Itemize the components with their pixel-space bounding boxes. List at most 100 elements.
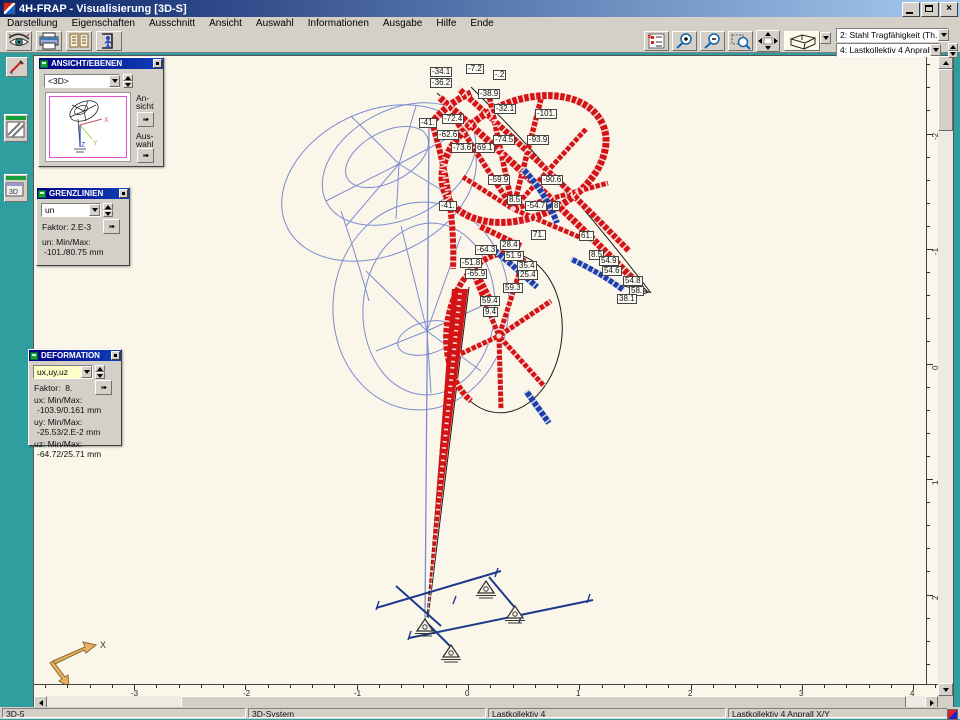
ruler-tick: [927, 410, 930, 411]
window-title: 4H-FRAP - Visualisierung [3D-S]: [19, 3, 187, 15]
menu-eigenschaften[interactable]: Eigenschaften: [65, 17, 142, 30]
exit-door-icon: [97, 32, 121, 50]
view-combo-drop[interactable]: [109, 75, 120, 87]
scroll-down-button[interactable]: [938, 683, 953, 696]
menu-ausgabe[interactable]: Ausgabe: [376, 17, 429, 30]
eye-icon: [7, 32, 31, 50]
view-preview[interactable]: X Y Z: [45, 92, 131, 162]
zoom-in-icon: [673, 32, 696, 50]
grenzlinien-combo-drop[interactable]: [89, 204, 100, 216]
maximize-button[interactable]: [921, 2, 939, 17]
status-field-1: 3D-System: [248, 708, 486, 718]
panel-toggle-hatch-button[interactable]: [4, 114, 28, 142]
grenzlinien-spinner[interactable]: [103, 203, 113, 217]
drawing-canvas[interactable]: X Y -34.1-7.2-36.2-.2-38.9-32.1-101.-72.…: [34, 56, 926, 684]
ruler-tick: [179, 685, 180, 688]
zoom-out-button[interactable]: [700, 31, 725, 51]
value-label: 9.4: [483, 307, 498, 317]
menu-auswahl[interactable]: Auswahl: [249, 17, 301, 30]
value-label: 69.1: [475, 143, 495, 153]
value-label: -65.9: [465, 269, 487, 279]
deformation-row-label: uy: Min/Max:: [34, 417, 118, 427]
vertical-scrollbar[interactable]: [938, 56, 953, 696]
value-label: 25.4: [518, 270, 538, 280]
panel-grenzlinien: GRENZLINIEN un Faktor: 2.E-3 ➠ un: Min/M…: [36, 187, 130, 266]
pan-arrows-icon: [757, 31, 779, 51]
panel-toggle-3d-button[interactable]: 3D: [4, 174, 28, 202]
load-case-spinner[interactable]: [948, 43, 958, 58]
value-label: -73.6: [451, 143, 473, 153]
panel-deformation-titlebar[interactable]: DEFORMATION: [29, 350, 121, 361]
load-case-drop-button[interactable]: [930, 44, 941, 56]
ansicht-apply-button[interactable]: ➠: [137, 112, 154, 127]
panel-deformation-close-button[interactable]: [111, 351, 120, 360]
result-case-combo[interactable]: 2: Stahl Tragfähigkeit (Th. 2. O: [836, 28, 949, 42]
panel-grenzlinien-titlebar[interactable]: GRENZLINIEN: [37, 188, 129, 199]
zoom-in-button[interactable]: [672, 31, 697, 51]
ruler-tick: [927, 387, 930, 388]
print-button[interactable]: [36, 31, 62, 51]
result-case-drop-button[interactable]: [938, 29, 949, 41]
catalog-button[interactable]: [66, 31, 92, 51]
ruler-tick: [201, 685, 202, 688]
svg-text:X: X: [104, 117, 109, 124]
ruler-tick: [927, 180, 930, 181]
ruler-tick: [334, 685, 335, 688]
deformation-spinner[interactable]: [95, 365, 105, 379]
ruler-tick: [846, 685, 847, 688]
deformation-apply-button[interactable]: ➠: [95, 380, 112, 395]
ruler-tick: [927, 226, 930, 227]
value-label: -62.6: [437, 130, 459, 140]
menu-hilfe[interactable]: Hilfe: [429, 17, 463, 30]
ruler-tick: [423, 685, 424, 688]
perspective-box-button[interactable]: [784, 31, 820, 51]
svg-text:Y: Y: [93, 140, 98, 147]
panel-ansicht-close-button[interactable]: [153, 59, 162, 68]
ruler-tick: [401, 685, 402, 688]
menu-ende[interactable]: Ende: [463, 17, 500, 30]
ruler-tick: [927, 110, 930, 111]
vertical-scroll-thumb[interactable]: [938, 69, 953, 131]
edit-tool-button[interactable]: [6, 57, 28, 77]
exit-button[interactable]: [96, 31, 122, 51]
drawing-window: X Y -34.1-7.2-36.2-.2-38.9-32.1-101.-72.…: [33, 55, 954, 710]
ruler-tick: [824, 685, 825, 688]
value-label: -41.: [439, 201, 457, 211]
ruler-tick: [927, 502, 930, 503]
ruler-tick: [379, 685, 380, 688]
pan-button[interactable]: [756, 30, 780, 52]
toolbar: [0, 30, 960, 53]
load-case-combo[interactable]: 4: Lastkollektiv 4 Anprall X.: [836, 43, 941, 57]
panel-icon: [38, 190, 46, 198]
close-button[interactable]: ×: [940, 2, 958, 17]
svg-text:X: X: [100, 640, 106, 650]
panel-grenzlinien-title: GRENZLINIEN: [49, 189, 103, 198]
deformation-combo-drop[interactable]: [81, 366, 92, 378]
deformation-row-label: uz: Min/Max:: [34, 439, 118, 449]
auswahl-label: Aus-wahl: [136, 132, 153, 148]
minimize-button[interactable]: [902, 2, 920, 17]
display-button[interactable]: [6, 31, 32, 51]
perspective-box-icon: [785, 32, 819, 50]
ruler-tick: [935, 685, 936, 688]
auswahl-apply-button[interactable]: ➠: [137, 148, 154, 163]
grenzlinien-apply-button[interactable]: ➠: [103, 219, 120, 234]
ruler-tick: [290, 685, 291, 688]
value-label: -7.2: [466, 64, 484, 74]
ruler-tick: [112, 685, 113, 688]
apply-arrows-icon: ➠: [143, 152, 149, 160]
menu-ansicht[interactable]: Ansicht: [202, 17, 249, 30]
zoom-window-button[interactable]: [728, 31, 753, 51]
display-options-button[interactable]: [644, 31, 669, 51]
menu-informationen[interactable]: Informationen: [301, 17, 376, 30]
app-icon: [3, 2, 16, 15]
panel-ansicht-titlebar[interactable]: ANSICHT/EBENEN: [39, 58, 163, 69]
view-combo-spinner[interactable]: [123, 74, 133, 88]
menu-darstellung[interactable]: Darstellung: [0, 17, 65, 30]
perspective-dropdown-button[interactable]: [820, 32, 831, 44]
menu-ausschnitt[interactable]: Ausschnitt: [142, 17, 202, 30]
apply-arrows-icon: ➠: [143, 116, 149, 124]
panel-grenzlinien-close-button[interactable]: [119, 189, 128, 198]
svg-text:Z: Z: [81, 142, 86, 149]
ruler-tick: [927, 571, 930, 572]
